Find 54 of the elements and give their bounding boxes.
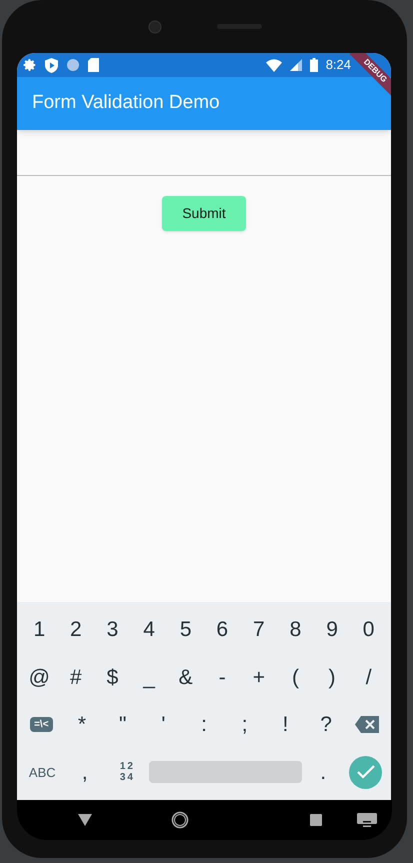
keyboard-key[interactable]: ;: [238, 714, 252, 736]
backspace-icon: [354, 716, 379, 734]
keyboard-switch-button[interactable]: [357, 813, 377, 827]
keyboard-key[interactable]: (: [288, 666, 303, 688]
done-key[interactable]: [349, 756, 382, 789]
keyboard-key[interactable]: -: [214, 666, 230, 688]
keyboard-key[interactable]: 5: [176, 619, 196, 640]
keyboard-key[interactable]: ): [324, 666, 340, 688]
check-icon: [356, 765, 375, 780]
keyboard-key[interactable]: ?: [316, 714, 336, 736]
circle-icon: [66, 58, 80, 72]
gear-icon: [23, 58, 37, 72]
submit-button[interactable]: Submit: [162, 196, 246, 231]
home-icon: [170, 811, 188, 829]
keyboard-key[interactable]: 9: [322, 619, 342, 640]
back-icon: [78, 814, 92, 826]
keyboard-key[interactable]: *: [74, 714, 90, 736]
signal-icon: [290, 59, 302, 71]
keyboard-key[interactable]: _: [139, 666, 159, 688]
keyboard-key[interactable]: 12 34: [120, 761, 135, 784]
keyboard-key[interactable]: 6: [212, 619, 232, 640]
keyboard-key[interactable]: 1: [29, 619, 50, 640]
keyboard-key[interactable]: +: [248, 666, 269, 688]
back-button[interactable]: [78, 814, 92, 826]
keyboard-key[interactable]: /: [362, 666, 376, 688]
keyboard-key[interactable]: .: [316, 762, 330, 783]
camera-icon: [148, 20, 162, 34]
keyboard-key[interactable]: :: [197, 714, 211, 736]
keyboard-key[interactable]: #: [66, 666, 86, 688]
sd-card-icon: [88, 58, 99, 72]
shield-icon: [45, 58, 58, 72]
keyboard-key[interactable]: &: [174, 666, 197, 688]
keyboard-key[interactable]: @: [24, 666, 54, 688]
keyboard-key[interactable]: =\<: [30, 717, 53, 732]
keyboard-key[interactable]: $: [102, 666, 122, 688]
keyboard-key[interactable]: 8: [286, 619, 306, 640]
keyboard-key[interactable]: 7: [249, 619, 269, 640]
status-time: 8:24: [326, 56, 351, 74]
home-button[interactable]: [170, 811, 188, 829]
wifi-icon: [266, 58, 282, 72]
keyboard-key[interactable]: ,: [78, 762, 92, 783]
keyboard-key[interactable]: !: [278, 714, 292, 736]
keyboard-key[interactable]: ': [157, 714, 170, 736]
square-icon: [310, 814, 322, 826]
keyboard-key[interactable]: 0: [358, 619, 378, 640]
keyboard-key[interactable]: ": [114, 714, 130, 736]
keyboard-key[interactable]: 4: [139, 619, 159, 640]
keyboard-key[interactable]: 2: [66, 619, 86, 640]
keyboard-icon: [357, 813, 377, 827]
backspace-key[interactable]: [354, 716, 379, 734]
app-title: Form Validation Demo: [32, 91, 220, 116]
battery-icon: [310, 58, 318, 72]
keyboard-key[interactable]: ABC: [28, 762, 56, 782]
keyboard-key[interactable]: 3: [102, 619, 122, 640]
